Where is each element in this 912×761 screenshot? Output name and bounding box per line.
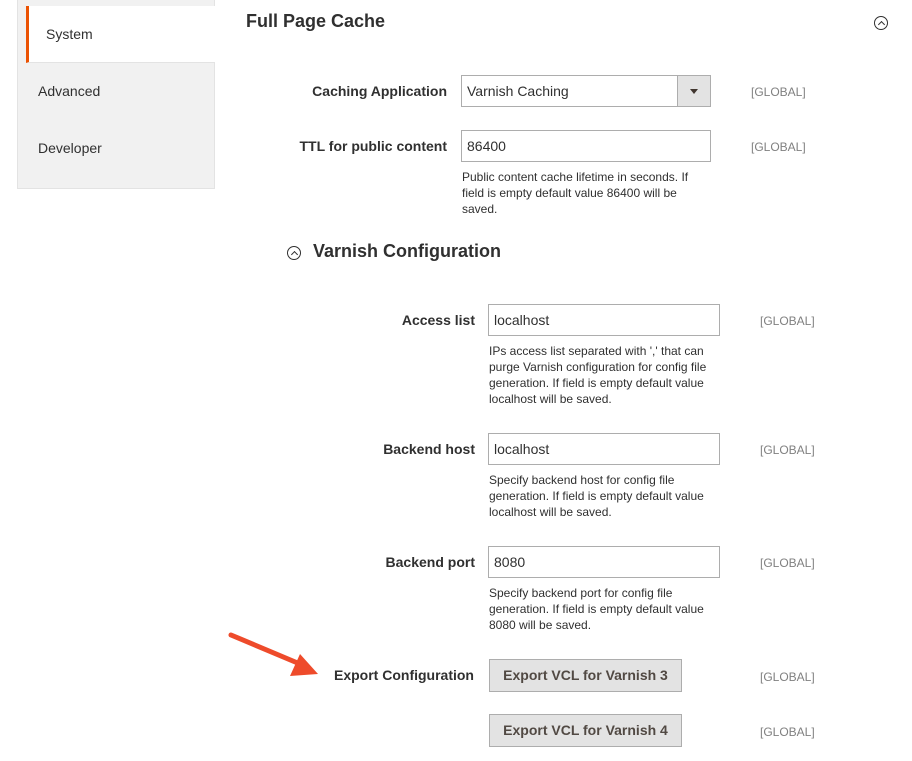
scope-label: [GLOBAL] xyxy=(760,670,815,684)
backend-port-input[interactable]: 8080 xyxy=(488,546,720,578)
backend-port-value: 8080 xyxy=(494,554,526,570)
backend-host-value: localhost xyxy=(494,441,550,457)
scope-label: [GLOBAL] xyxy=(760,556,815,570)
scope-label: [GLOBAL] xyxy=(760,443,815,457)
ttl-note: Public content cache lifetime in seconds… xyxy=(462,170,689,216)
caching-application-label: Caching Application xyxy=(312,83,447,99)
access-list-input[interactable]: localhost xyxy=(488,304,720,336)
backend-host-label: Backend host xyxy=(383,441,475,457)
backend-host-input[interactable]: localhost xyxy=(488,433,720,465)
chevron-up-circle-icon[interactable] xyxy=(287,246,301,260)
scope-label: [GLOBAL] xyxy=(760,314,815,328)
backend-port-note: Specify backend port for config file gen… xyxy=(489,586,704,632)
scope-label: [GLOBAL] xyxy=(751,85,806,99)
ttl-value: 86400 xyxy=(467,138,506,154)
scope-label: [GLOBAL] xyxy=(760,725,815,739)
sidebar-item-developer[interactable]: Developer xyxy=(18,120,215,177)
ttl-label: TTL for public content xyxy=(299,138,447,154)
sidebar-item-label: Advanced xyxy=(38,83,101,99)
sidebar-item-label: Developer xyxy=(38,140,102,156)
export-vcl-varnish3-button[interactable]: Export VCL for Varnish 3 xyxy=(489,659,682,692)
chevron-down-icon[interactable] xyxy=(677,76,710,106)
export-vcl-varnish4-button[interactable]: Export VCL for Varnish 4 xyxy=(489,714,682,747)
scope-label: [GLOBAL] xyxy=(751,140,806,154)
export-configuration-label: Export Configuration xyxy=(334,667,474,683)
sidebar-item-label: System xyxy=(46,26,93,42)
annotation-arrow-icon xyxy=(228,632,318,676)
caching-application-select[interactable]: Varnish Caching xyxy=(461,75,711,107)
backend-host-note: Specify backend host for config file gen… xyxy=(489,473,704,519)
varnish-config-title[interactable]: Varnish Configuration xyxy=(313,241,501,262)
chevron-up-circle-icon[interactable] xyxy=(874,16,888,30)
access-list-value: localhost xyxy=(494,312,550,328)
access-list-note: IPs access list separated with ',' that … xyxy=(489,344,707,406)
sidebar-item-advanced[interactable]: Advanced xyxy=(18,63,215,120)
backend-port-label: Backend port xyxy=(385,554,475,570)
caching-application-value: Varnish Caching xyxy=(467,83,569,99)
access-list-label: Access list xyxy=(401,312,475,328)
ttl-input[interactable]: 86400 xyxy=(461,130,711,162)
section-title[interactable]: Full Page Cache xyxy=(246,11,385,32)
sidebar-nav: System Advanced Developer xyxy=(17,0,215,189)
sidebar-item-system[interactable]: System xyxy=(26,6,215,63)
